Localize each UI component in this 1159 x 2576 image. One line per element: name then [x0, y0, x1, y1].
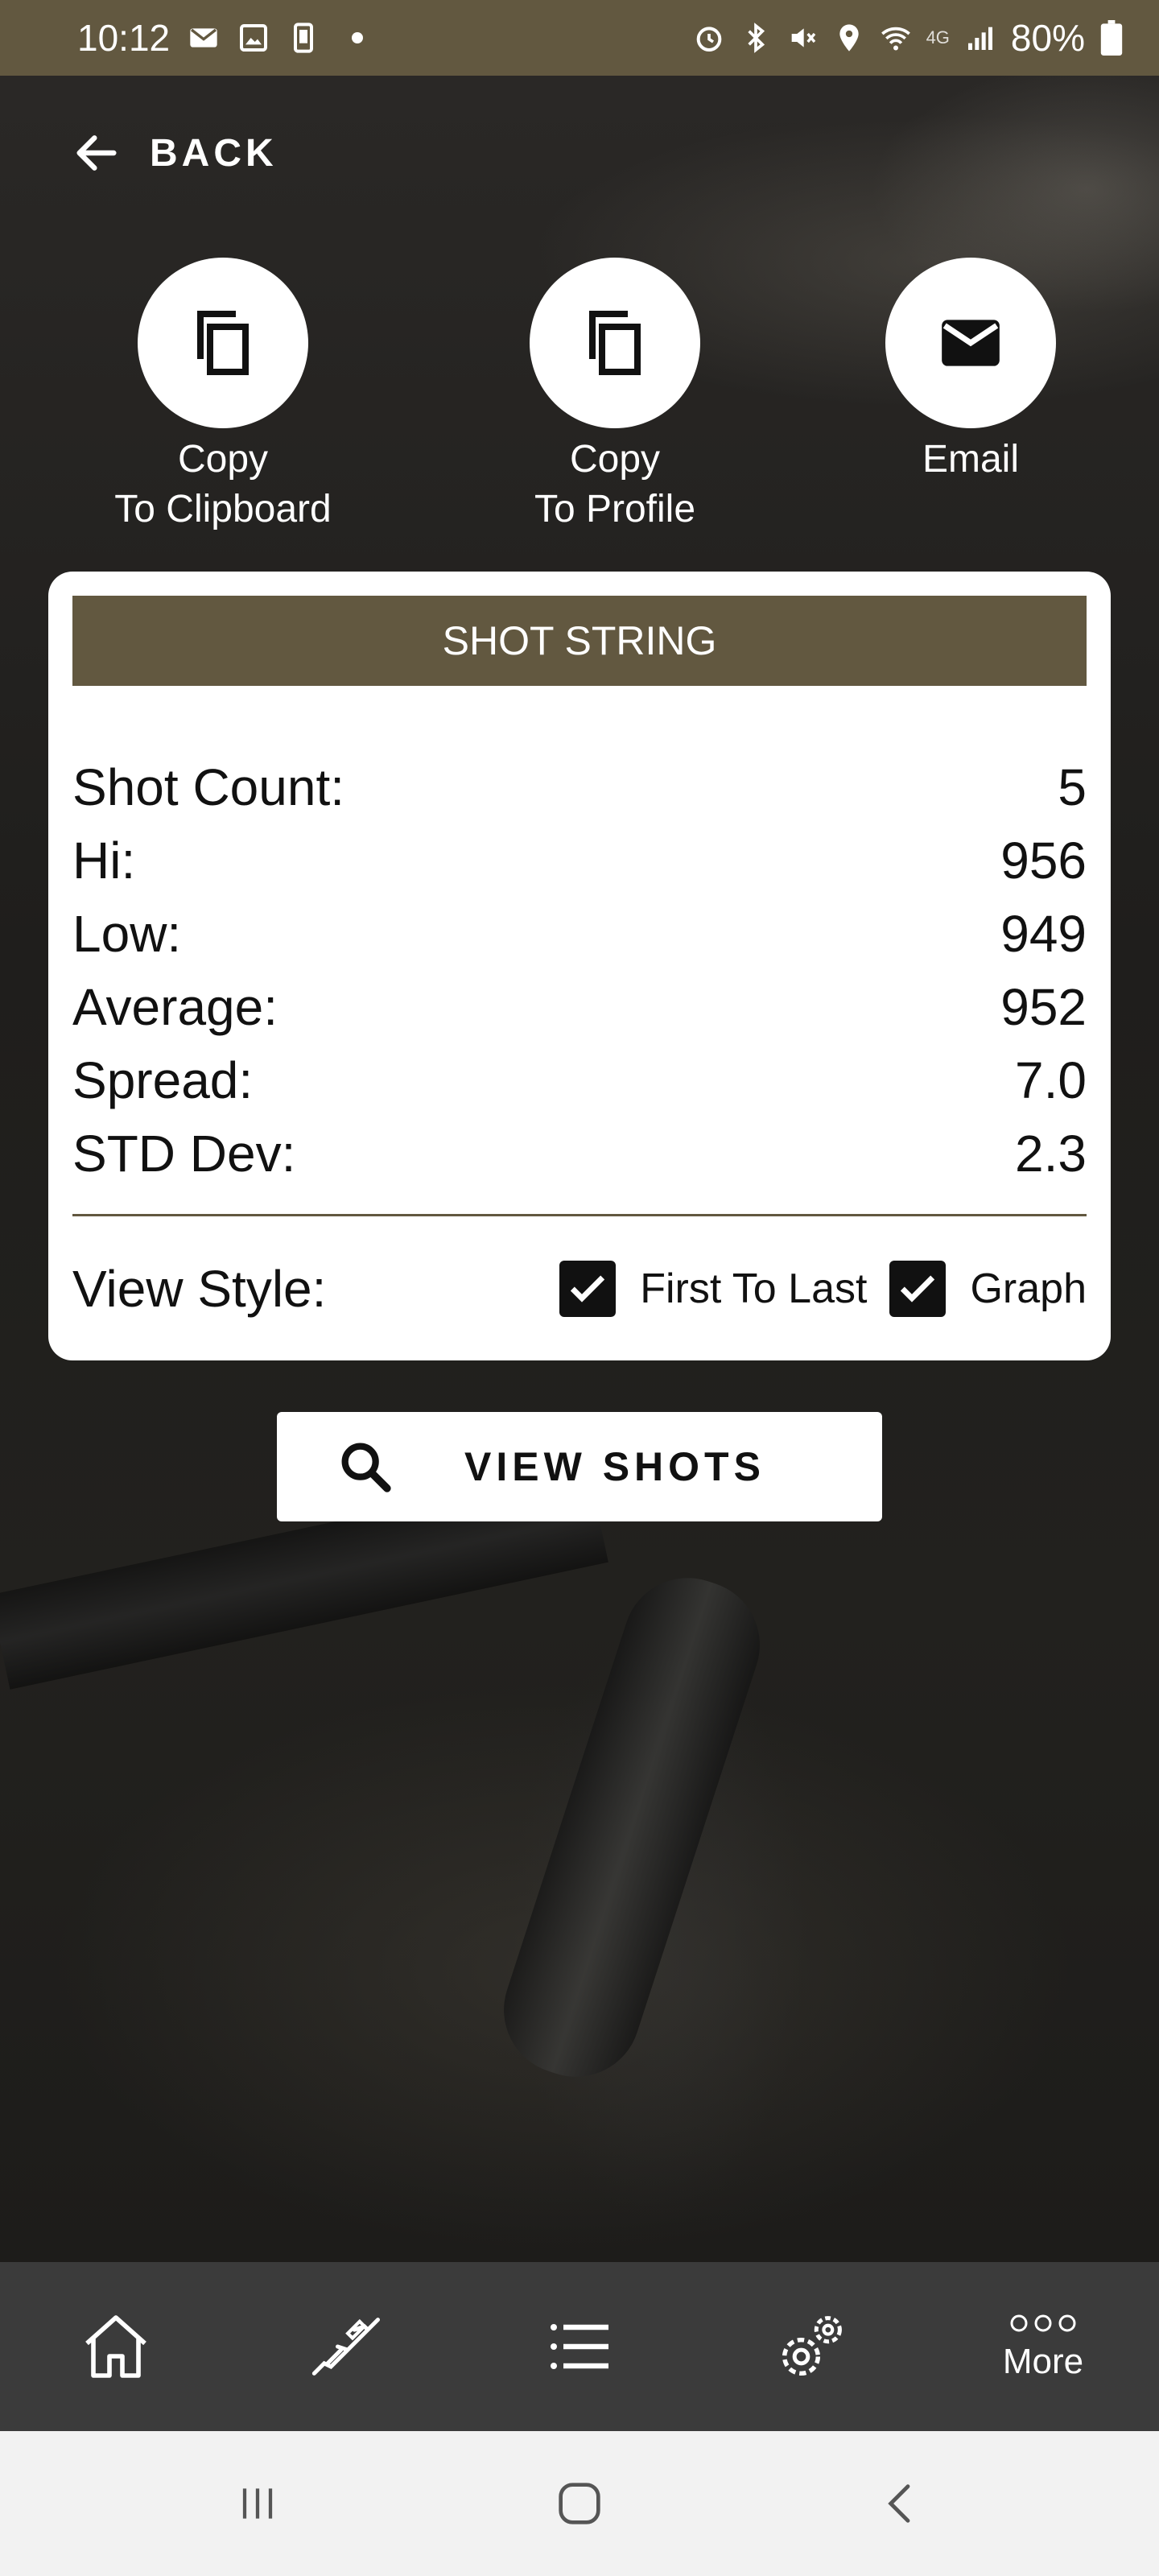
more-dots-icon	[1010, 2314, 1076, 2332]
mute-icon	[791, 28, 815, 47]
email-label: Email	[922, 438, 1020, 481]
stat-row-hi: Hi: 956	[72, 824, 1087, 897]
recent-apps-button[interactable]	[97, 2478, 419, 2529]
stat-row-average: Average: 952	[72, 970, 1087, 1043]
stats-list: Shot Count: 5 Hi: 956 Low: 949 Average: …	[72, 750, 1087, 1190]
copy-to-clipboard-button[interactable]: Copy To Clipboard	[86, 258, 360, 535]
view-shots-label: VIEW SHOTS	[464, 1444, 765, 1489]
network-type: 4G	[926, 27, 950, 47]
copy-to-clipboard-label: Copy To Clipboard	[114, 438, 332, 530]
graph-checkbox[interactable]: Graph	[889, 1261, 1087, 1317]
stat-value: 5	[1058, 758, 1087, 816]
more-notifications-dot	[352, 32, 364, 43]
nav-more[interactable]: More	[927, 2262, 1159, 2431]
stat-row-shot-count: Shot Count: 5	[72, 750, 1087, 824]
email-button[interactable]: Email	[834, 258, 1107, 485]
copy-to-profile-label: Copy To Profile	[534, 438, 696, 530]
bottom-nav: More	[0, 2262, 1159, 2431]
back-system-button[interactable]	[740, 2478, 1062, 2529]
copy-to-profile-circle[interactable]	[530, 258, 700, 428]
stat-label: STD Dev:	[72, 1124, 296, 1183]
copy-to-clipboard-circle[interactable]	[138, 258, 308, 428]
signal-icon	[967, 27, 992, 50]
home-button-icon	[559, 2483, 600, 2524]
checkmark-icon	[901, 1275, 935, 1302]
phone-notification-icon	[294, 23, 314, 53]
back-button[interactable]: BACK	[71, 121, 278, 185]
gallery-notification-icon	[240, 24, 268, 52]
stat-row-std-dev: STD Dev: 2.3	[72, 1117, 1087, 1190]
status-time: 10:12	[77, 17, 171, 59]
stat-label: Shot Count:	[72, 758, 344, 816]
stat-label: Hi:	[72, 831, 136, 890]
status-bar: 10:12 4G 80%	[0, 0, 1159, 76]
settings-gears-icon	[782, 2316, 842, 2376]
home-icon	[85, 2315, 146, 2378]
checkbox-checked[interactable]	[889, 1261, 947, 1317]
alarm-icon	[696, 27, 721, 52]
nav-more-label: More	[1002, 2342, 1084, 2381]
checkbox-checked[interactable]	[559, 1261, 617, 1317]
stat-label: Average:	[72, 977, 278, 1036]
back-label: BACK	[150, 131, 278, 175]
copy-to-profile-button[interactable]: Copy To Profile	[478, 258, 752, 535]
view-style-row: View Style: First To Last Graph	[72, 1216, 1087, 1361]
stat-value: 2.3	[1015, 1124, 1087, 1183]
nav-home[interactable]	[0, 2262, 232, 2431]
arrow-left-icon	[76, 135, 117, 171]
nav-rifle[interactable]	[232, 2262, 464, 2431]
view-style-label: View Style:	[72, 1260, 327, 1318]
stat-label: Low:	[72, 904, 182, 963]
stat-label: Spread:	[72, 1051, 254, 1109]
nav-list[interactable]	[464, 2262, 695, 2431]
stat-value: 956	[1000, 831, 1087, 890]
copy-icon	[197, 311, 249, 375]
checkmark-icon	[571, 1275, 605, 1302]
search-icon	[341, 1443, 391, 1492]
stat-value: 7.0	[1015, 1051, 1087, 1109]
system-nav-bar	[0, 2431, 1159, 2576]
rifle-icon	[311, 2318, 380, 2376]
copy-icon	[589, 311, 641, 375]
email-icon	[942, 320, 1000, 366]
stat-value: 949	[1000, 904, 1087, 963]
shot-string-card: SHOT STRING Shot Count: 5 Hi: 956 Low: 9…	[48, 572, 1111, 1360]
card-title: SHOT STRING	[72, 596, 1087, 686]
battery-icon	[1100, 20, 1123, 56]
checkbox-label: Graph	[970, 1265, 1087, 1312]
email-circle[interactable]	[885, 258, 1056, 428]
stat-row-spread: Spread: 7.0	[72, 1043, 1087, 1117]
bluetooth-icon	[747, 23, 765, 53]
list-icon	[551, 2324, 608, 2369]
nav-settings[interactable]	[695, 2262, 927, 2431]
checkbox-label: First To Last	[640, 1265, 868, 1312]
stat-row-low: Low: 949	[72, 897, 1087, 970]
mail-notification-icon	[190, 28, 217, 47]
stat-value: 952	[1000, 977, 1087, 1036]
home-system-button[interactable]	[419, 2475, 740, 2532]
first-to-last-checkbox[interactable]: First To Last	[559, 1261, 867, 1317]
battery-percent: 80%	[1010, 17, 1085, 59]
back-arrow-icon	[888, 2484, 910, 2523]
view-shots-button[interactable]: VIEW SHOTS	[277, 1412, 882, 1521]
location-icon	[839, 24, 859, 52]
wifi-icon	[881, 27, 910, 51]
recent-apps-icon	[242, 2488, 273, 2519]
